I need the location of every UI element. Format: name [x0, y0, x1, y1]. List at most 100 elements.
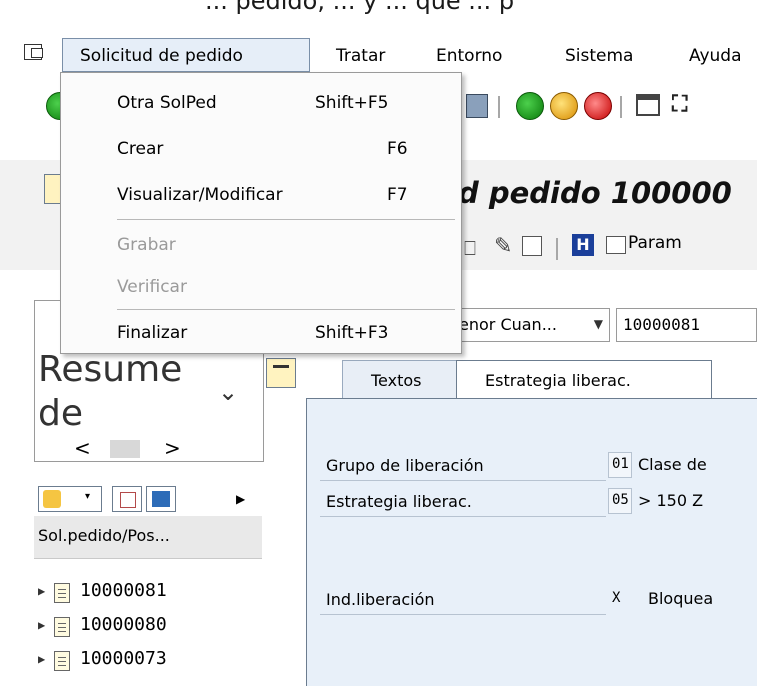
display-change-icon[interactable]: ⎕ [464, 236, 476, 260]
menu-bar-icon[interactable] [24, 44, 43, 60]
menu-item-label: Visualizar/Modificar [117, 185, 283, 205]
tree-item-number: 10000073 [80, 648, 167, 669]
tree-row[interactable]: ▶ 10000080 [34, 614, 262, 648]
tree-row[interactable]: ▶ 10000073 [34, 648, 262, 682]
release-strategy-row: Estrategia liberac. 05 > 150 Z [320, 484, 757, 518]
release-indicator-text: Bloquea [648, 589, 714, 608]
cancel-icon[interactable] [584, 92, 612, 120]
release-strategy-code-text: 05 [612, 492, 629, 508]
panel-icon [273, 365, 289, 382]
menu-item-verificar: Verificar [61, 269, 461, 305]
menu-separator [117, 219, 455, 220]
tab-estrategia-liberac[interactable]: Estrategia liberac. [456, 360, 712, 398]
solicitud-menu: Otra SolPed Shift+F5 Crear F6 Visualizar… [60, 72, 462, 354]
expand-icon[interactable]: ▶ [38, 584, 45, 598]
tab-strip: Textos Estrategia liberac. [306, 360, 757, 400]
menu-item-shortcut: F7 [387, 185, 408, 205]
tree-header-label: Sol.pedido/Pos... [38, 526, 170, 545]
release-group-row: Grupo de liberación 01 Clase de [320, 448, 757, 482]
menu-item-crear[interactable]: Crear F6 [61, 131, 461, 167]
copy-icon[interactable] [522, 236, 542, 256]
exit-icon[interactable] [550, 92, 578, 120]
document-icon [54, 617, 70, 637]
save-icon[interactable] [466, 94, 488, 118]
expand-icon[interactable]: ▶ [38, 618, 45, 632]
parameters-label[interactable]: Param [628, 233, 682, 253]
menu-item-label: Finalizar [117, 323, 188, 343]
release-group-text: Clase de [638, 455, 707, 474]
edit-icon[interactable]: ✎ [494, 234, 512, 259]
menu-entorno[interactable]: Entorno [436, 46, 502, 66]
menu-item-otra-solped[interactable]: Otra SolPed Shift+F5 [61, 85, 461, 121]
release-group-code[interactable]: 01 [608, 452, 632, 478]
scroll-right-icon[interactable]: > [164, 436, 181, 460]
menu-item-shortcut: F6 [387, 139, 408, 159]
menu-item-label: Otra SolPed [117, 93, 217, 113]
chevron-down-icon: ▼ [593, 317, 603, 331]
document-icon [54, 651, 70, 671]
release-indicator-label: Ind.liberación [326, 590, 435, 609]
release-strategy-code[interactable]: 05 [608, 488, 632, 514]
refresh-button[interactable] [146, 486, 176, 512]
menu-item-label: Verificar [117, 277, 187, 297]
release-strategy-label: Estrategia liberac. [326, 492, 472, 511]
window-title: ... pedido, ... y ... que ... p [205, 0, 515, 15]
tree-item-number: 10000080 [80, 614, 167, 635]
release-strategy-text: > 150 Z [638, 491, 704, 510]
release-group-code-text: 01 [612, 456, 629, 472]
header-info-icon[interactable]: H [572, 234, 594, 256]
tab-textos[interactable]: Textos [342, 360, 462, 398]
menu-tratar[interactable]: Tratar [336, 46, 385, 66]
tree-row[interactable]: ▶ 10000081 [34, 580, 262, 614]
chevron-down-icon[interactable]: ⌄ [218, 378, 238, 406]
overview-title: Resume de [38, 349, 183, 434]
refresh-icon [152, 491, 170, 507]
menu-item-finalizar[interactable]: Finalizar Shift+F3 [61, 315, 461, 351]
tree-header: Sol.pedido/Pos... [34, 516, 262, 559]
toolbar-separator [620, 96, 622, 118]
layout-button[interactable]: ▾ [38, 486, 102, 512]
menu-item-label: Grabar [117, 235, 176, 255]
document-icon [54, 583, 70, 603]
scrollbar-thumb[interactable] [110, 440, 140, 458]
find-icon[interactable]: ⛶ [672, 92, 687, 117]
tab-estrategia-label: Estrategia liberac. [485, 371, 631, 390]
layout-icon [43, 490, 61, 508]
release-group-label-cell: Grupo de liberación [320, 452, 606, 481]
release-group-label: Grupo de liberación [326, 456, 484, 475]
menu-item-shortcut: Shift+F3 [315, 323, 389, 343]
copy-icon [120, 492, 136, 508]
doc-number-field[interactable]: 10000081 [616, 308, 757, 342]
release-strategy-label-cell: Estrategia liberac. [320, 488, 606, 517]
menu-ayuda[interactable]: Ayuda [689, 46, 742, 66]
menu-item-visualizar-modificar[interactable]: Visualizar/Modificar F7 [61, 177, 461, 213]
doc-type-value: enor Cuan... [459, 315, 557, 334]
back-icon[interactable] [516, 92, 544, 120]
tab-textos-label: Textos [371, 371, 422, 390]
menu-separator [117, 309, 455, 310]
print-icon[interactable] [636, 94, 660, 116]
menu-item-label: Crear [117, 139, 164, 159]
release-indicator-label-cell: Ind.liberación [320, 586, 606, 615]
copy-button[interactable] [112, 486, 142, 512]
release-indicator-row: Ind.liberación X Bloquea [320, 582, 757, 616]
menu-item-shortcut: Shift+F5 [315, 93, 389, 113]
toolbar-separator [556, 238, 558, 260]
window-title-strip: ... pedido, ... y ... que ... p [0, 0, 757, 18]
tree-item-number: 10000081 [80, 580, 167, 601]
doc-number-value: 10000081 [623, 315, 701, 334]
parameters-icon[interactable] [606, 236, 626, 254]
expand-icon[interactable]: ▶ [38, 652, 45, 666]
release-indicator-code[interactable]: X [608, 586, 632, 612]
tab-content [306, 398, 757, 686]
menu-sistema[interactable]: Sistema [565, 46, 633, 66]
more-icon[interactable]: ▶ [236, 492, 245, 506]
chevron-down-icon: ▾ [85, 491, 91, 502]
scroll-left-icon[interactable]: < [74, 436, 91, 460]
horizontal-scrollbar[interactable]: < > [60, 436, 200, 462]
menu-solicitud-de-pedido[interactable]: Solicitud de pedido [62, 38, 310, 72]
menu-item-grabar: Grabar [61, 227, 461, 263]
collapse-overview-button[interactable] [266, 358, 296, 388]
release-indicator-code-text: X [612, 590, 621, 606]
menu-solicitud-label: Solicitud de pedido [80, 46, 243, 66]
